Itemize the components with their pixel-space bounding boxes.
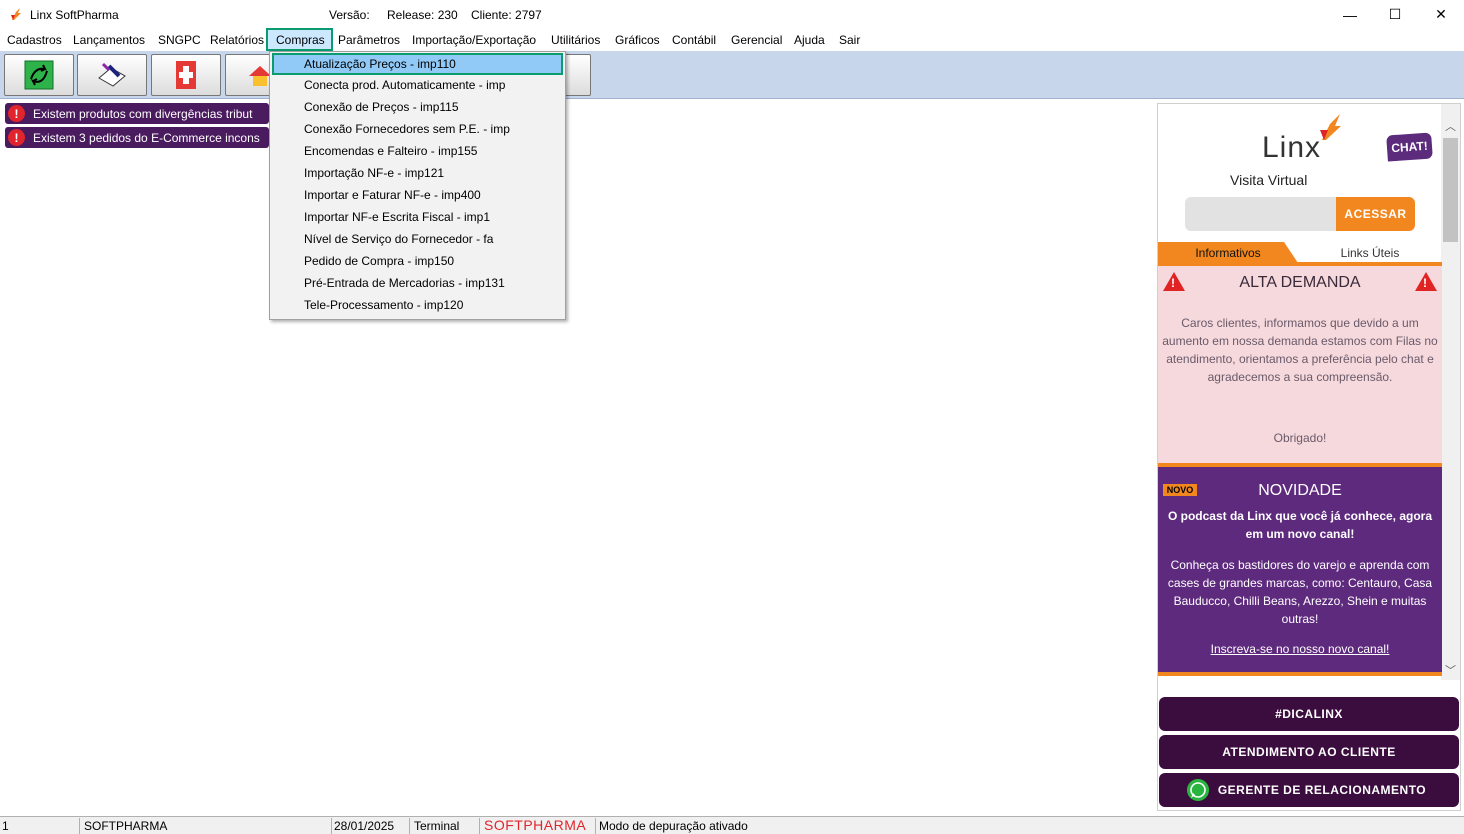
red-cross-icon xyxy=(176,61,196,89)
menu-item-conecta-prod[interactable]: Conecta prod. Automaticamente - imp xyxy=(272,75,563,97)
menu-item-conexao-precos[interactable]: Conexão de Preços - imp115 xyxy=(272,97,563,119)
status-company: SOFTPHARMA xyxy=(82,818,332,834)
menu-item-pedido-compra[interactable]: Pedido de Compra - imp150 xyxy=(272,251,563,273)
atendimento-label: ATENDIMENTO AO CLIENTE xyxy=(1222,745,1396,759)
minimize-button[interactable]: — xyxy=(1327,0,1373,29)
menu-item-atualizacao-precos[interactable]: Atualização Preços - imp110 xyxy=(272,53,563,75)
menu-item-importacao-nfe[interactable]: Importação NF-e - imp121 xyxy=(272,163,563,185)
linx-logo: Linx xyxy=(1262,131,1322,164)
scroll-down-icon[interactable]: ﹀ xyxy=(1441,662,1460,678)
divider xyxy=(1158,672,1442,676)
acessar-button[interactable]: ACESSAR xyxy=(1336,197,1415,231)
visita-virtual-input[interactable] xyxy=(1185,197,1337,231)
status-debug-mode: Modo de depuração ativado xyxy=(599,819,748,833)
menu-item-importar-escrita[interactable]: Importar NF-e Escrita Fiscal - imp1 xyxy=(272,207,563,229)
alta-demanda-thanks: Obrigado! xyxy=(1273,431,1327,445)
tab-links-uteis[interactable]: Links Úteis xyxy=(1300,246,1440,260)
menu-item-tele-processamento[interactable]: Tele-Processamento - imp120 xyxy=(272,295,563,317)
status-brand: SOFTPHARMA xyxy=(482,818,596,834)
atendimento-button[interactable]: ATENDIMENTO AO CLIENTE xyxy=(1159,735,1459,769)
status-date: 28/01/2025 xyxy=(332,818,410,834)
menu-item-conexao-fornecedores[interactable]: Conexão Fornecedores sem P.E. - imp xyxy=(272,119,563,141)
menu-sair[interactable]: Sair xyxy=(839,33,860,47)
novidade-text: Conheça os bastidores do varejo e aprend… xyxy=(1167,558,1433,626)
dicalinx-button[interactable]: #DICALINX xyxy=(1159,697,1459,731)
menu-item-nivel-servico[interactable]: Nível de Serviço do Fornecedor - fa xyxy=(272,229,563,251)
alert-text: Existem 3 pedidos do E-Commerce incons xyxy=(33,130,260,145)
menu-lancamentos[interactable]: Lançamentos xyxy=(73,33,145,47)
alta-demanda-text: Caros clientes, informamos que devido a … xyxy=(1162,316,1438,384)
alert-ecommerce[interactable]: ! Existem 3 pedidos do E-Commerce incons xyxy=(5,127,269,148)
linx-spark-icon xyxy=(1320,114,1341,140)
status-bar: 1 SOFTPHARMA 28/01/2025 Terminal SOFTPHA… xyxy=(0,816,1464,834)
close-button[interactable]: ✕ xyxy=(1418,0,1464,29)
gerente-label: GERENTE DE RELACIONAMENTO xyxy=(1217,783,1427,797)
menu-cadastros[interactable]: Cadastros xyxy=(7,33,62,47)
linx-logo-icon xyxy=(11,8,21,20)
cliente-label: Cliente: 2797 xyxy=(471,8,542,22)
scroll-thumb[interactable] xyxy=(1443,138,1458,242)
compras-dropdown-menu: Atualização Preços - imp110 Conecta prod… xyxy=(269,51,566,320)
scroll-up-icon[interactable]: ︿ xyxy=(1441,118,1460,134)
toolbar-pharmacy-button[interactable] xyxy=(151,54,221,96)
release-label: Release: 230 xyxy=(387,8,458,22)
novidade-subtitle: O podcast da Linx que você já conhece, a… xyxy=(1167,509,1433,541)
app-title: Linx SoftPharma xyxy=(30,8,119,22)
alert-icon: ! xyxy=(8,129,25,146)
chat-button[interactable]: CHAT! xyxy=(1386,132,1433,162)
alert-text: Existem produtos com divergências tribut xyxy=(33,106,253,121)
visita-virtual-label: Visita Virtual xyxy=(1230,172,1308,188)
alert-icon: ! xyxy=(8,105,25,122)
menu-utilitarios[interactable]: Utilitários xyxy=(551,33,600,47)
novidade-link[interactable]: Inscreva-se no nosso novo canal! xyxy=(1158,642,1442,656)
menu-item-importar-faturar[interactable]: Importar e Faturar NF-e - imp400 xyxy=(272,185,563,207)
menu-bar: Cadastros Lançamentos SNGPC Relatórios P… xyxy=(0,29,1464,51)
menu-item-encomendas[interactable]: Encomendas e Falteiro - imp155 xyxy=(272,141,563,163)
toolbar xyxy=(0,51,1464,99)
tab-informativos[interactable]: Informativos xyxy=(1158,242,1298,263)
toolbar-edit-button[interactable] xyxy=(77,54,147,96)
menu-importacao[interactable]: Importação/Exportação xyxy=(412,33,536,47)
menu-graficos[interactable]: Gráficos xyxy=(615,33,660,47)
maximize-button[interactable]: ☐ xyxy=(1372,0,1418,29)
alert-divergencias[interactable]: ! Existem produtos com divergências trib… xyxy=(5,103,269,124)
menu-ajuda[interactable]: Ajuda xyxy=(794,33,825,47)
title-bar: Linx SoftPharma Versão: Release: 230 Cli… xyxy=(0,0,1464,29)
novidade-title: NOVIDADE xyxy=(1258,482,1342,499)
menu-sngpc[interactable]: SNGPC xyxy=(158,33,201,47)
menu-gerencial[interactable]: Gerencial xyxy=(731,33,782,47)
status-terminal: Terminal xyxy=(412,818,480,834)
status-terminal-number: 1 xyxy=(0,818,80,834)
green-refresh-icon xyxy=(24,60,54,90)
menu-relatorios[interactable]: Relatórios xyxy=(210,33,264,47)
pen-paper-icon xyxy=(98,62,126,87)
version-label: Versão: xyxy=(329,8,370,22)
toolbar-refresh-button[interactable] xyxy=(4,54,74,96)
whatsapp-icon xyxy=(1187,779,1209,801)
menu-contabil[interactable]: Contábil xyxy=(672,33,716,47)
panel-scrollbar[interactable]: ︿ ﹀ xyxy=(1441,104,1460,680)
alta-demanda-title: ALTA DEMANDA xyxy=(1239,274,1361,291)
menu-parametros[interactable]: Parâmetros xyxy=(338,33,400,47)
menu-compras[interactable]: Compras xyxy=(266,28,333,51)
dicalinx-label: #DICALINX xyxy=(1275,707,1343,721)
gerente-button[interactable]: GERENTE DE RELACIONAMENTO xyxy=(1159,773,1459,807)
menu-compras-label: Compras xyxy=(276,33,325,47)
menu-item-pre-entrada[interactable]: Pré-Entrada de Mercadorias - imp131 xyxy=(272,273,563,295)
